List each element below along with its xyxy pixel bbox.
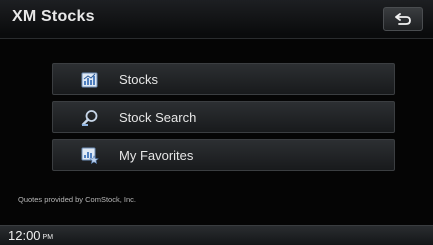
status-bar: 12:00 PM [0, 225, 433, 245]
back-arrow-icon [394, 13, 412, 25]
page-title: XM Stocks [12, 8, 95, 25]
menu-item-stock-search-label: Stock Search [119, 110, 197, 125]
menu-item-my-favorites-label: My Favorites [119, 148, 194, 163]
favorites-star-icon [81, 147, 99, 165]
xm-stocks-screen: XM Stocks Stocks Stock Search My Favorit… [0, 0, 433, 245]
header-bar: XM Stocks [0, 0, 433, 39]
back-button[interactable] [383, 7, 423, 31]
clock-time: 12:00 [8, 228, 41, 243]
menu-item-my-favorites[interactable]: My Favorites [52, 139, 395, 171]
menu-item-stock-search[interactable]: Stock Search [52, 101, 395, 133]
magnifier-icon [81, 109, 99, 127]
quotes-provider-note: Quotes provided by ComStock, Inc. [18, 195, 136, 204]
clock: 12:00 PM [8, 228, 53, 243]
menu-item-stocks-label: Stocks [119, 72, 159, 87]
clock-period: PM [42, 234, 54, 241]
menu-item-stocks[interactable]: Stocks [52, 63, 395, 95]
stocks-chart-icon [81, 71, 99, 89]
